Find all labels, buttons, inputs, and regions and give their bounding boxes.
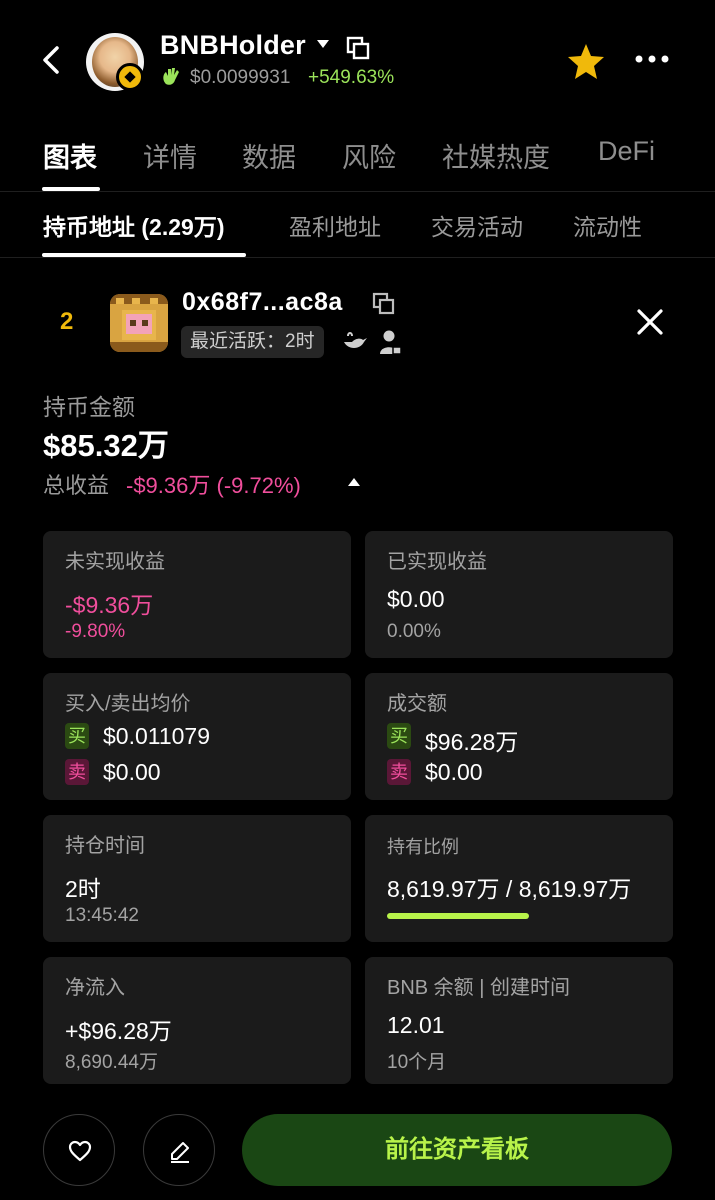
buy-tag: 买 bbox=[65, 723, 89, 749]
copy-address-icon[interactable] bbox=[372, 292, 396, 316]
holder-address[interactable]: 0x68f7...ac8a bbox=[182, 288, 343, 317]
card-label: 持有比例 bbox=[387, 837, 459, 857]
holder-rank: 2 bbox=[60, 308, 74, 335]
realized-pct: 0.00% bbox=[387, 621, 441, 642]
chevron-down-icon[interactable] bbox=[317, 40, 329, 48]
hand-wave-icon bbox=[163, 68, 179, 85]
volume-card: 成交额 买 $96.28万 卖 $0.00 bbox=[365, 673, 673, 800]
avg-buy-price: $0.011079 bbox=[103, 723, 211, 749]
tab-details[interactable]: 详情 bbox=[143, 136, 197, 175]
go-to-asset-dashboard-button[interactable]: 前往资产看板 bbox=[242, 1114, 672, 1186]
avg-price-card: 买入/卖出均价 买 $0.011079 卖 $0.00 bbox=[43, 673, 351, 800]
buy-volume: $96.28万 bbox=[425, 729, 519, 755]
card-label: BNB 余额 | 创建时间 bbox=[387, 977, 570, 999]
heart-icon bbox=[68, 1140, 92, 1162]
holding-amount-value: $85.32万 bbox=[43, 428, 169, 463]
card-label: 持仓时间 bbox=[65, 835, 145, 857]
sell-tag: 卖 bbox=[65, 759, 89, 785]
realized-value: $0.00 bbox=[387, 586, 445, 612]
edit-icon bbox=[171, 1142, 189, 1163]
user-icon bbox=[380, 330, 402, 355]
tab-liquidity[interactable]: 流动性 bbox=[573, 208, 642, 242]
card-label: 已实现收益 bbox=[387, 551, 487, 573]
buy-tag: 买 bbox=[387, 723, 411, 749]
sell-tag: 卖 bbox=[387, 759, 411, 785]
card-label: 买入/卖出均价 bbox=[65, 693, 191, 715]
hold-time-card: 持仓时间 2时 13:45:42 bbox=[43, 815, 351, 942]
bnb-balance-card: BNB 余额 | 创建时间 12.01 10个月 bbox=[365, 957, 673, 1084]
unrealized-pct: -9.80% bbox=[65, 621, 126, 642]
unrealized-value: -$9.36万 bbox=[65, 592, 154, 618]
tab-social[interactable]: 社媒热度 bbox=[442, 136, 550, 175]
net-inflow-card: 净流入 +$96.28万 8,690.44万 bbox=[43, 957, 351, 1084]
star-icon[interactable] bbox=[566, 42, 606, 80]
net-inflow-sub: 8,690.44万 bbox=[65, 1052, 158, 1073]
tab-risk[interactable]: 风险 bbox=[342, 136, 396, 175]
bnb-chain-icon bbox=[116, 63, 144, 91]
total-pnl-label: 总收益 bbox=[43, 473, 110, 498]
holder-avatar bbox=[110, 294, 168, 352]
tab-chart[interactable]: 图表 bbox=[43, 136, 97, 175]
card-label: 未实现收益 bbox=[65, 551, 165, 573]
tab-trade-activity[interactable]: 交易活动 bbox=[431, 208, 523, 242]
avg-sell-price: $0.00 bbox=[103, 759, 161, 785]
realized-pnl-card: 已实现收益 $0.00 0.00% bbox=[365, 531, 673, 658]
bnb-balance-value: 12.01 bbox=[387, 1012, 445, 1038]
edit-button[interactable] bbox=[143, 1114, 215, 1186]
token-price: $0.0099931 bbox=[190, 67, 291, 88]
favorite-button[interactable] bbox=[43, 1114, 115, 1186]
sell-volume: $0.00 bbox=[425, 759, 483, 785]
hold-ratio-progress-bar bbox=[387, 913, 529, 919]
net-inflow-value: +$96.28万 bbox=[65, 1018, 172, 1044]
created-time-value: 10个月 bbox=[387, 1052, 447, 1073]
token-name[interactable]: BNBHolder bbox=[160, 30, 306, 61]
tab-holders[interactable]: 持币地址 (2.29万) bbox=[43, 208, 224, 242]
total-pnl-value: -$9.36万 (-9.72%) bbox=[126, 473, 301, 498]
hold-time-value: 2时 bbox=[65, 876, 101, 902]
active-subtab-indicator bbox=[42, 253, 246, 257]
card-label: 成交额 bbox=[387, 693, 447, 715]
token-avatar bbox=[86, 33, 144, 91]
tab-data[interactable]: 数据 bbox=[242, 136, 296, 175]
tab-profitable-addresses[interactable]: 盈利地址 bbox=[289, 208, 381, 242]
tab-defi[interactable]: DeFi bbox=[598, 136, 655, 167]
unrealized-pnl-card: 未实现收益 -$9.36万 -9.80% bbox=[43, 531, 351, 658]
card-label: 净流入 bbox=[65, 977, 125, 999]
whale-icon bbox=[344, 332, 367, 348]
more-options-icon[interactable] bbox=[634, 52, 670, 66]
close-icon[interactable] bbox=[636, 308, 664, 336]
price-change: +549.63% bbox=[308, 67, 395, 88]
header: BNBHolder $0.0099931 +549.63% bbox=[0, 0, 715, 120]
last-active-badge: 最近活跃：2时 bbox=[181, 326, 324, 358]
secondary-tabs: 持币地址 (2.29万) 盈利地址 交易活动 流动性 bbox=[0, 196, 715, 258]
hold-time-clock: 13:45:42 bbox=[65, 905, 139, 926]
holding-amount-label: 持币金额 bbox=[43, 394, 135, 420]
collapse-arrow-icon[interactable] bbox=[348, 478, 360, 486]
primary-tabs: 图表 详情 数据 风险 社媒热度 DeFi bbox=[0, 128, 715, 192]
hold-ratio-card: 持有比例 8,619.97万 / 8,619.97万 bbox=[365, 815, 673, 942]
copy-icon[interactable] bbox=[346, 36, 370, 60]
active-tab-indicator bbox=[42, 187, 100, 191]
hold-ratio-value: 8,619.97万 / 8,619.97万 bbox=[387, 876, 632, 902]
back-arrow-icon[interactable] bbox=[38, 42, 66, 78]
